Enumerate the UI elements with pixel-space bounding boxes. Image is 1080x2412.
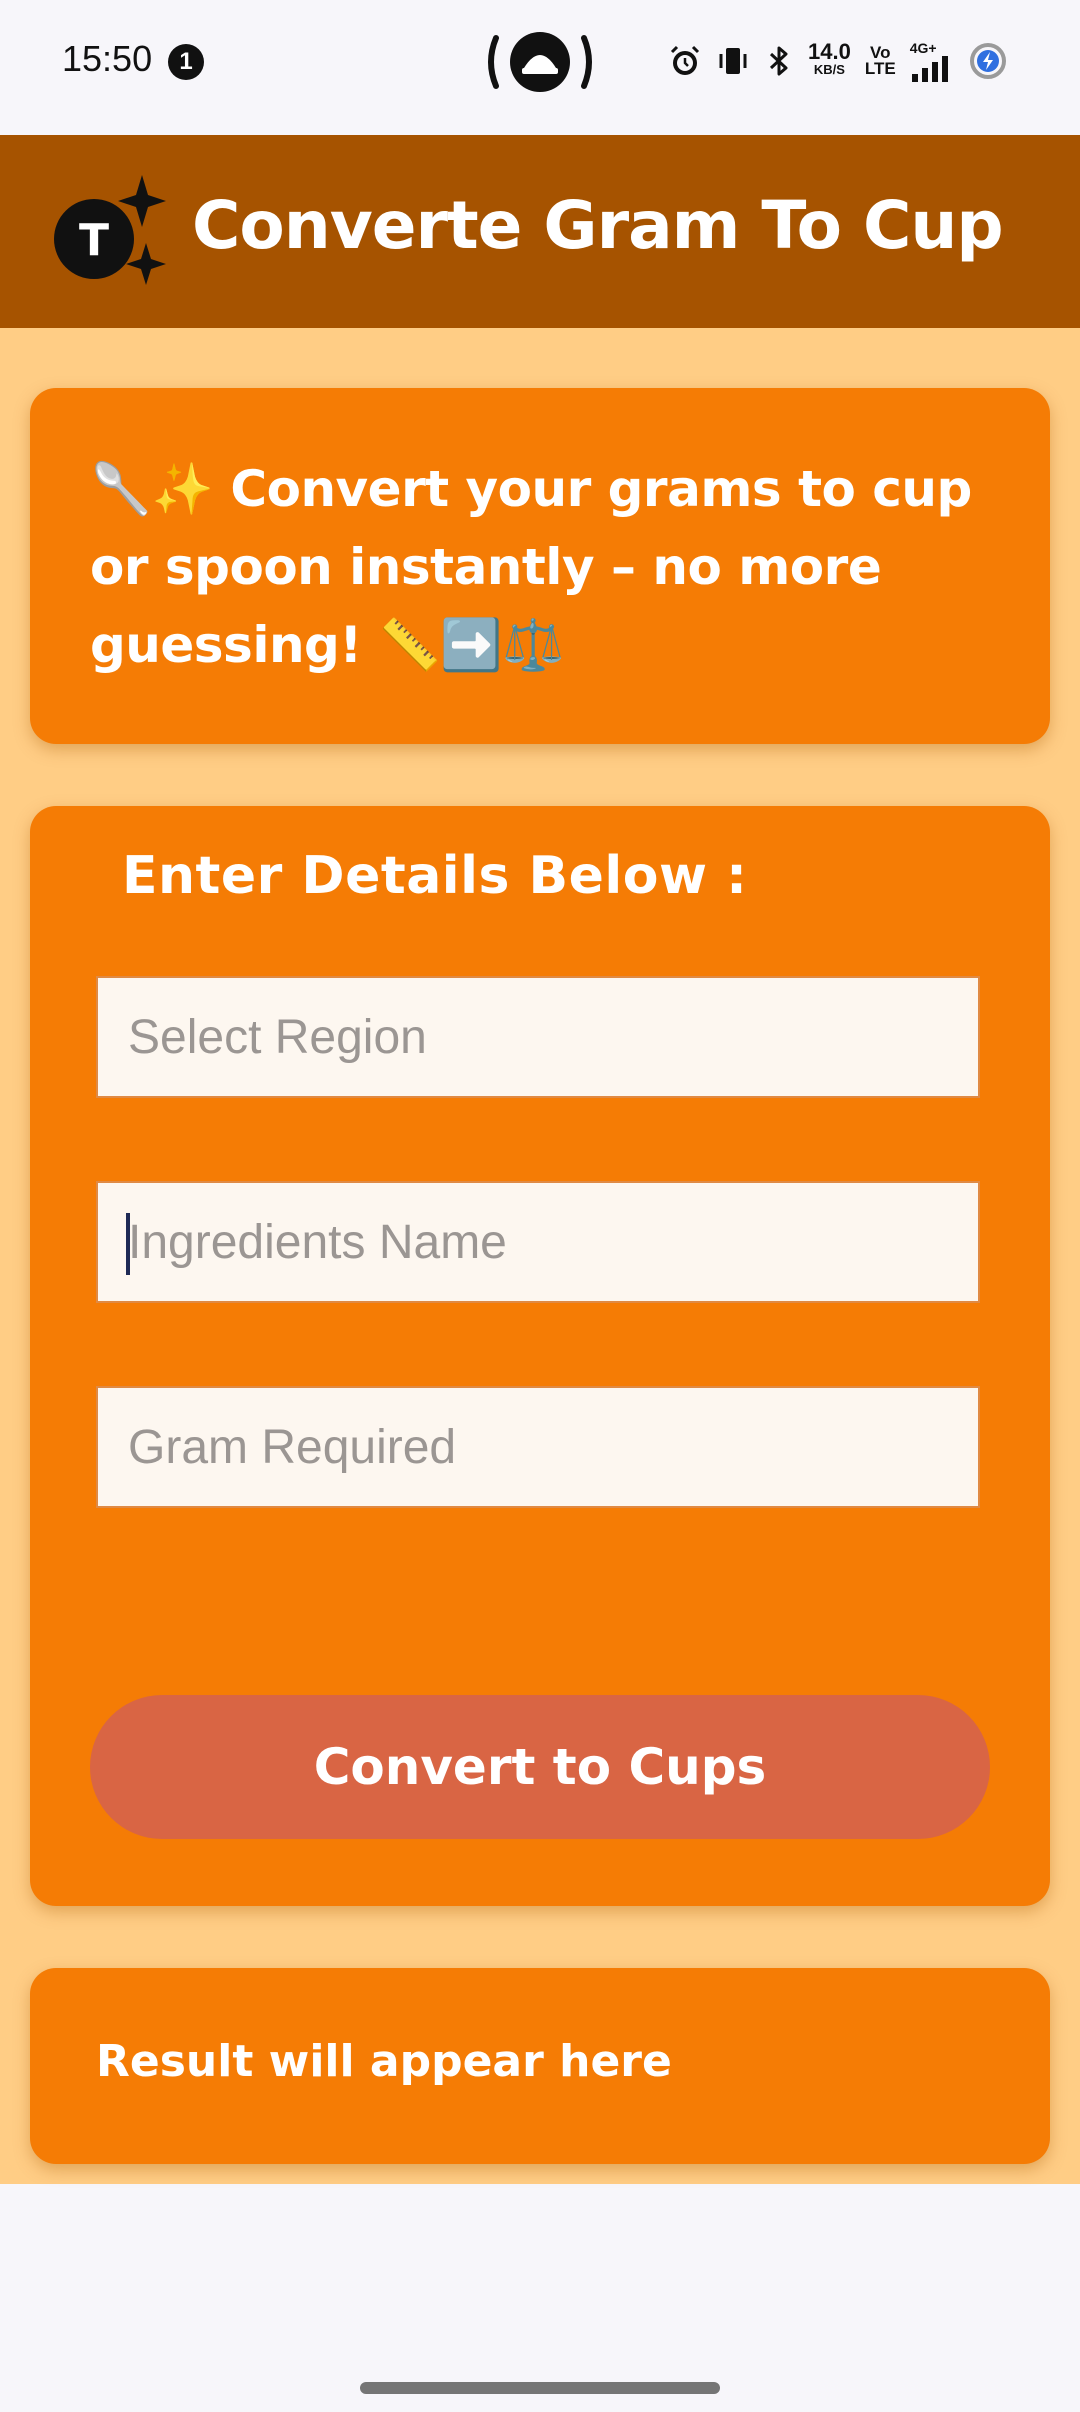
details-form-card: Enter Details Below : Convert to Cups	[30, 806, 1050, 1906]
status-icons: 14.0 KB/S Vo LTE 4G+	[668, 36, 1028, 86]
region-select[interactable]	[96, 976, 980, 1098]
volte-line2: LTE	[864, 59, 896, 78]
intro-card: 🥄✨ Convert your grams to cup or spoon in…	[30, 388, 1050, 744]
volte-indicator: Vo LTE	[864, 44, 896, 78]
convert-button[interactable]: Convert to Cups	[90, 1695, 990, 1839]
notification-badge: 1	[168, 44, 204, 80]
speed-unit: KB/S	[813, 62, 845, 77]
result-text: Result will appear here	[96, 2036, 672, 2087]
navigation-bar	[0, 2364, 1080, 2412]
app-title: Converte Gram To Cup	[192, 187, 1004, 264]
alarm-icon	[668, 44, 702, 78]
text-cursor	[126, 1213, 130, 1275]
signal-icon: 4G+	[910, 40, 954, 82]
network-speed: 14.0 KB/S	[808, 41, 851, 79]
logo-letter: T	[79, 215, 109, 266]
region-input[interactable]	[126, 1008, 978, 1066]
ingredient-field[interactable]	[96, 1181, 980, 1303]
status-time: 15:50	[62, 38, 153, 79]
app-logo: T	[50, 175, 170, 295]
vibrate-icon	[716, 44, 750, 78]
gram-input[interactable]	[126, 1418, 978, 1476]
battery-saver-icon	[968, 41, 1008, 81]
app-bar: T Converte Gram To Cup	[0, 135, 1080, 328]
main-content: 🥄✨ Convert your grams to cup or spoon in…	[0, 328, 1080, 2184]
cast-icon	[486, 28, 594, 96]
form-title: Enter Details Below :	[122, 846, 748, 906]
home-gesture-handle[interactable]	[360, 2382, 720, 2394]
gram-field[interactable]	[96, 1386, 980, 1508]
ingredient-input[interactable]	[126, 1213, 978, 1271]
result-card: Result will appear here	[30, 1968, 1050, 2164]
bluetooth-icon	[764, 44, 794, 78]
network-type: 4G+	[909, 40, 937, 56]
status-bar: 15:50 1 14.0 KB/S Vo LTE 4G+	[0, 0, 1080, 135]
intro-text: 🥄✨ Convert your grams to cup or spoon in…	[90, 460, 972, 674]
